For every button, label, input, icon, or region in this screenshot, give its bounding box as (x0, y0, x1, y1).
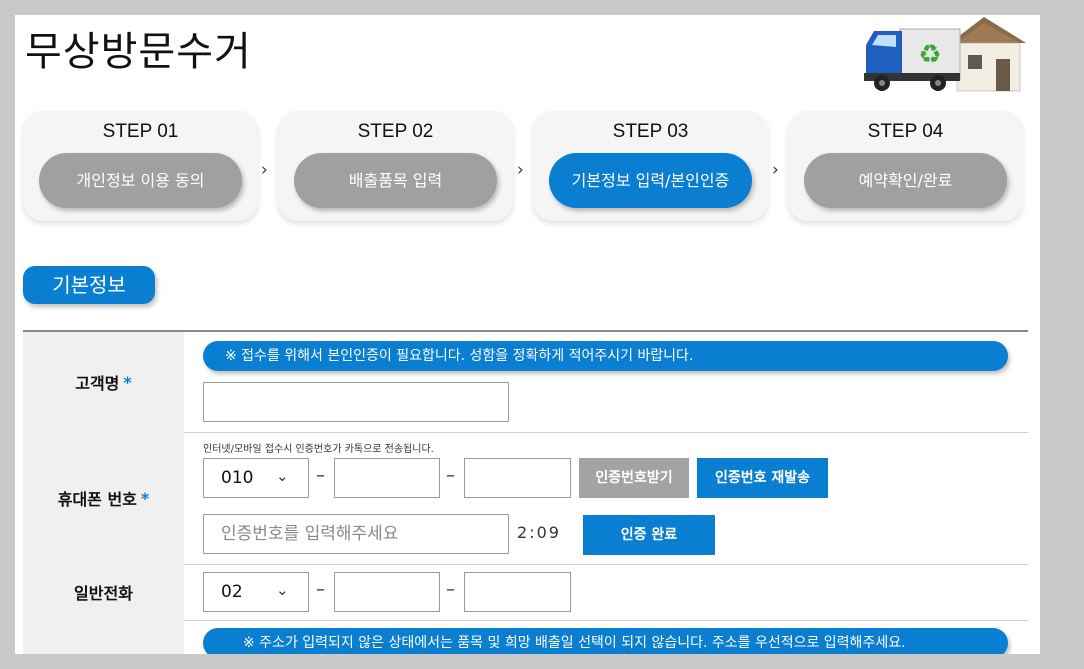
request-code-button[interactable]: 인증번호받기 (579, 458, 689, 498)
mobile-label: 휴대폰 번호 * (23, 432, 184, 564)
resend-code-button[interactable]: 인증번호 재발송 (697, 458, 828, 498)
dash: – (316, 579, 325, 600)
section-title-basic-info: 기본정보 (23, 266, 155, 304)
step-pill-item-entry[interactable]: 배출품목 입력 (294, 153, 497, 208)
label-text: 고객명 (75, 374, 120, 393)
chevron-down-icon: ⌄ (276, 467, 289, 485)
step-chevron-icon: › (517, 160, 524, 180)
chevron-down-icon: ⌄ (276, 581, 289, 599)
customer-name-input[interactable] (203, 382, 509, 422)
step-label: STEP 03 (612, 121, 689, 142)
page-title: 무상방문수거 (25, 29, 252, 75)
step-card-3: STEP 03 기본정보 입력/본인인증 (533, 111, 768, 221)
verify-complete-button[interactable]: 인증 완료 (583, 515, 715, 555)
step-chevron-icon: › (261, 160, 268, 180)
row-customer-name: 고객명 * ※ 접수를 위해서 본인인증이 필요합니다. 성함을 정확하게 적어… (23, 332, 1028, 433)
recycling-truck-house-illustration: ♻ (864, 17, 1026, 92)
landline-label: 일반전화 (23, 564, 184, 620)
label-text: 일반전화 (74, 584, 133, 603)
name-notice: ※ 접수를 위해서 본인인증이 필요합니다. 성함을 정확하게 적어주시기 바랍… (203, 341, 1008, 371)
verification-timer: 2:09 (517, 523, 561, 542)
dash: – (446, 465, 455, 486)
mobile-middle-input[interactable] (334, 458, 440, 498)
step-pill-privacy-consent[interactable]: 개인정보 이용 동의 (39, 153, 242, 208)
landline-prefix-value: 02 (221, 582, 243, 602)
name-notice-text: ※ 접수를 위해서 본인인증이 필요합니다. 성함을 정확하게 적어주시기 바랍… (225, 348, 694, 364)
mobile-hint: 인터넷/모바일 접수시 인증번호가 카톡으로 전송됩니다. (203, 444, 434, 455)
dash: – (446, 579, 455, 600)
step-pill-confirm[interactable]: 예약확인/완료 (804, 153, 1007, 208)
step-card-2: STEP 02 배출품목 입력 (278, 111, 513, 221)
step-card-4: STEP 04 예약확인/완료 (788, 111, 1023, 221)
landline-last-input[interactable] (464, 572, 571, 612)
required-mark: * (123, 372, 132, 392)
label-text: 휴대폰 번호 (57, 490, 137, 509)
step-pill-basic-info[interactable]: 기본정보 입력/본인인증 (549, 153, 752, 208)
row-mobile: 휴대폰 번호 * 인터넷/모바일 접수시 인증번호가 카톡으로 전송됩니다. 0… (23, 432, 1028, 565)
mobile-prefix-select[interactable]: 010 ⌄ (203, 458, 309, 498)
step-label: STEP 01 (102, 121, 179, 142)
step-label: STEP 04 (867, 121, 944, 142)
mobile-prefix-value: 010 (221, 468, 254, 488)
step-chevron-icon: › (772, 160, 779, 180)
required-mark: * (140, 488, 150, 508)
row-landline: 일반전화 02 ⌄ – – (23, 564, 1028, 621)
step-card-1: STEP 01 개인정보 이용 동의 (23, 111, 258, 221)
mobile-last-input[interactable] (464, 458, 571, 498)
customer-name-label: 고객명 * (23, 332, 184, 432)
address-notice: ※ 주소가 입력되지 않은 상태에서는 품목 및 희망 배출일 선택이 되지 않… (203, 628, 1008, 654)
svg-text:♻: ♻ (918, 40, 941, 70)
dash: – (316, 465, 325, 486)
page-panel: 무상방문수거 ♻ STEP 01 개인정보 이용 동의 › STEP 02 배출… (15, 15, 1040, 654)
landline-prefix-select[interactable]: 02 ⌄ (203, 572, 309, 612)
verification-code-input[interactable] (203, 514, 509, 554)
address-notice-text: ※ 주소가 입력되지 않은 상태에서는 품목 및 희망 배출일 선택이 되지 않… (243, 635, 906, 651)
address-label (23, 620, 184, 654)
landline-middle-input[interactable] (334, 572, 440, 612)
row-address: ※ 주소가 입력되지 않은 상태에서는 품목 및 희망 배출일 선택이 되지 않… (23, 620, 1028, 654)
basic-info-form: 고객명 * ※ 접수를 위해서 본인인증이 필요합니다. 성함을 정확하게 적어… (23, 330, 1028, 654)
step-label: STEP 02 (357, 121, 434, 142)
